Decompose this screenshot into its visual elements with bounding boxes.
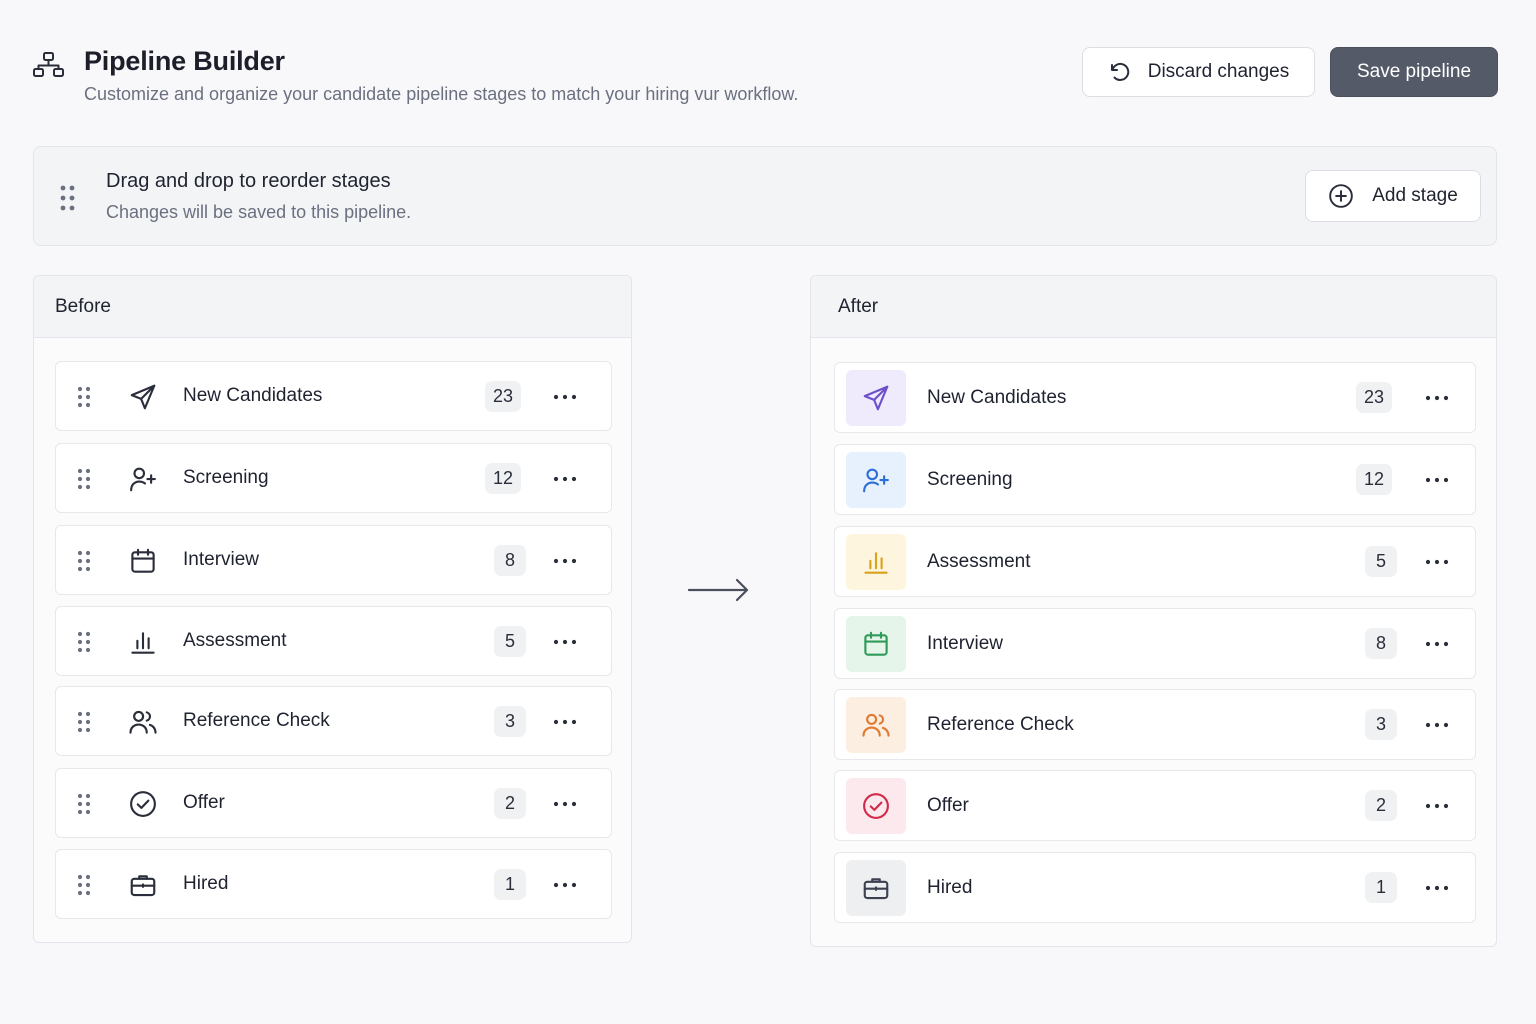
- after-panel-title: After: [811, 276, 1496, 338]
- check-circle-icon: [127, 788, 159, 820]
- stage-count-badge: 23: [1356, 382, 1393, 413]
- drag-info-bar: Drag and drop to reorder stages Changes …: [33, 146, 1497, 246]
- bar-chart-icon: [846, 534, 906, 590]
- briefcase-icon: [127, 869, 159, 901]
- more-options-icon[interactable]: [1425, 550, 1449, 574]
- stage-label: New Candidates: [183, 385, 323, 406]
- before-stage-interview[interactable]: Interview 8: [55, 525, 612, 595]
- drag-handle-icon[interactable]: [77, 874, 91, 901]
- send-icon: [127, 381, 159, 413]
- drag-handle-icon[interactable]: [77, 631, 91, 658]
- stage-count-badge: 12: [485, 463, 522, 494]
- before-stage-assessment[interactable]: Assessment 5: [55, 606, 612, 676]
- drag-handle-icon[interactable]: [77, 386, 91, 413]
- before-stage-offer[interactable]: Offer 2: [55, 768, 612, 838]
- stage-label: Hired: [927, 877, 973, 898]
- after-stage-offer[interactable]: Offer 2: [834, 770, 1476, 841]
- stage-label: Reference Check: [927, 714, 1074, 735]
- stage-label: Interview: [183, 549, 260, 570]
- stage-label: Reference Check: [183, 710, 330, 731]
- page-title: Pipeline Builder: [84, 46, 285, 76]
- stage-count-badge: 1: [494, 869, 526, 900]
- stage-label: Offer: [927, 795, 969, 816]
- calendar-icon: [127, 545, 159, 577]
- stage-label: Hired: [183, 873, 229, 894]
- stage-count-badge: 2: [1365, 790, 1397, 821]
- more-options-icon[interactable]: [1425, 386, 1449, 410]
- stage-count-badge: 3: [1365, 709, 1397, 740]
- stage-label: Interview: [927, 633, 1004, 654]
- drag-handle-icon[interactable]: [77, 468, 91, 495]
- user-plus-icon: [127, 463, 159, 495]
- before-stage-screening[interactable]: Screening 12: [55, 443, 612, 513]
- after-stage-interview[interactable]: Interview 8: [834, 608, 1476, 679]
- info-subtitle: Changes will be saved to this pipeline.: [106, 202, 412, 222]
- check-circle-icon: [846, 778, 906, 834]
- stage-count-badge: 3: [494, 706, 526, 737]
- more-options-icon[interactable]: [553, 710, 577, 734]
- bar-chart-icon: [127, 626, 159, 658]
- more-options-icon[interactable]: [553, 467, 577, 491]
- before-stage-new-candidates[interactable]: New Candidates 23: [55, 361, 612, 431]
- page-header: Pipeline Builder Customize and organize …: [32, 44, 1498, 114]
- stage-label: Screening: [183, 467, 269, 488]
- stage-count-badge: 23: [485, 381, 522, 412]
- more-options-icon[interactable]: [1425, 632, 1449, 656]
- user-plus-icon: [846, 452, 906, 508]
- arrow-right-icon: [686, 576, 752, 609]
- before-panel: Before New Candidates 23 Screening 12 In…: [33, 275, 632, 943]
- stage-label: Offer: [183, 792, 225, 813]
- more-options-icon[interactable]: [1425, 713, 1449, 737]
- more-options-icon[interactable]: [553, 549, 577, 573]
- stage-label: Screening: [927, 469, 1013, 490]
- add-stage-button[interactable]: Add stage: [1305, 170, 1481, 222]
- before-panel-title: Before: [34, 276, 631, 338]
- drag-handle-icon[interactable]: [77, 711, 91, 738]
- before-stage-hired[interactable]: Hired 1: [55, 849, 612, 919]
- stage-count-badge: 2: [494, 788, 526, 819]
- more-options-icon[interactable]: [553, 792, 577, 816]
- stage-label: Assessment: [927, 551, 1031, 572]
- more-options-icon[interactable]: [553, 630, 577, 654]
- users-icon: [127, 706, 159, 738]
- stage-label: Assessment: [183, 630, 287, 651]
- more-options-icon[interactable]: [553, 385, 577, 409]
- drag-handle-icon[interactable]: [77, 793, 91, 820]
- after-stage-hired[interactable]: Hired 1: [834, 852, 1476, 923]
- stage-count-badge: 5: [494, 626, 526, 657]
- pipeline-icon: [32, 50, 66, 80]
- page-subtitle: Customize and organize your candidate pi…: [84, 84, 799, 104]
- stage-count-badge: 1: [1365, 872, 1397, 903]
- before-stage-reference-check[interactable]: Reference Check 3: [55, 686, 612, 756]
- stage-count-badge: 12: [1356, 464, 1393, 495]
- stage-count-badge: 8: [1365, 628, 1397, 659]
- stage-label: New Candidates: [927, 387, 1067, 408]
- add-stage-label: Add stage: [1372, 185, 1458, 206]
- stage-count-badge: 5: [1365, 546, 1397, 577]
- plus-circle-icon: [1329, 184, 1354, 208]
- discard-changes-button[interactable]: Discard changes: [1082, 47, 1315, 97]
- undo-icon: [1110, 63, 1129, 81]
- briefcase-icon: [846, 860, 906, 916]
- more-options-icon[interactable]: [1425, 794, 1449, 818]
- save-pipeline-button[interactable]: Save pipeline: [1330, 47, 1498, 97]
- after-stage-new-candidates[interactable]: New Candidates 23: [834, 362, 1476, 433]
- after-stage-assessment[interactable]: Assessment 5: [834, 526, 1476, 597]
- after-panel: After New Candidates 23 Screening 12 Ass…: [810, 275, 1497, 947]
- more-options-icon[interactable]: [1425, 468, 1449, 492]
- more-options-icon[interactable]: [553, 873, 577, 897]
- after-stage-screening[interactable]: Screening 12: [834, 444, 1476, 515]
- info-title: Drag and drop to reorder stages: [106, 170, 391, 192]
- more-options-icon[interactable]: [1425, 876, 1449, 900]
- stage-count-badge: 8: [494, 545, 526, 576]
- users-icon: [846, 697, 906, 753]
- drag-handle-icon: [60, 185, 76, 216]
- after-stage-reference-check[interactable]: Reference Check 3: [834, 689, 1476, 760]
- drag-handle-icon[interactable]: [77, 550, 91, 577]
- discard-label: Discard changes: [1147, 61, 1290, 82]
- send-icon: [846, 370, 906, 426]
- calendar-icon: [846, 616, 906, 672]
